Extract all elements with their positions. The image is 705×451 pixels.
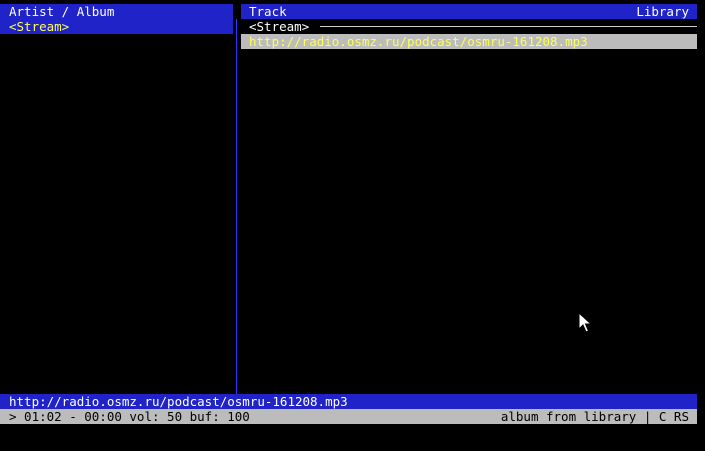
artist-list-item-stream[interactable]: <Stream> xyxy=(0,19,233,34)
playback-status: > 01:02 - 00:00 vol: 50 buf: 100 xyxy=(9,409,250,424)
now-playing-bar: http://radio.osmz.ru/podcast/osmru-16120… xyxy=(0,394,697,409)
header-gap xyxy=(233,4,241,19)
now-playing-title: http://radio.osmz.ru/podcast/osmru-16120… xyxy=(9,394,348,409)
track-group-header-label: <Stream> xyxy=(249,19,310,34)
artist-album-column-title: Artist / Album xyxy=(9,4,115,19)
track-list-item[interactable]: http://radio.osmz.ru/podcast/osmru-16120… xyxy=(241,34,697,49)
status-bar: > 01:02 - 00:00 vol: 50 buf: 100 album f… xyxy=(0,409,697,424)
track-list-item-label: http://radio.osmz.ru/podcast/osmru-16120… xyxy=(249,34,588,49)
pane-divider xyxy=(236,19,237,394)
library-view-title: Library xyxy=(636,4,689,19)
header-bar: Artist / Album Track Library xyxy=(0,4,697,19)
mouse-pointer-icon xyxy=(578,312,592,333)
play-mode-status: album from library | C RS xyxy=(500,409,689,424)
track-group-rule xyxy=(320,26,697,27)
track-column-title: Track xyxy=(249,4,287,19)
artist-list-item-label: <Stream> xyxy=(9,19,70,34)
